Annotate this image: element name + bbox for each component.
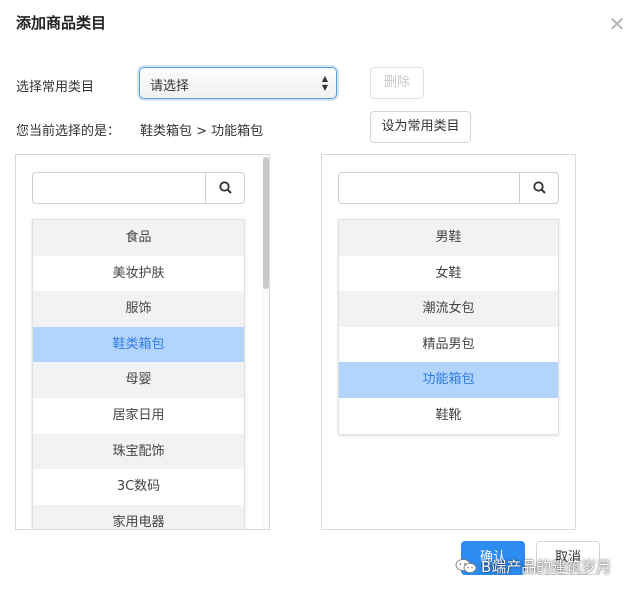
delete-button[interactable]: 删除	[370, 67, 424, 99]
watermark: B端产品的建筑岁月	[455, 556, 611, 577]
list-item[interactable]: 鞋类箱包	[33, 327, 244, 363]
current-selection-label: 您当前选择的是：	[16, 120, 120, 139]
search-icon	[533, 181, 546, 194]
primary-search-input[interactable]	[33, 173, 205, 203]
common-category-select[interactable]: 请选择 ▲▼	[139, 67, 337, 99]
search-icon	[219, 181, 232, 194]
primary-search	[32, 172, 245, 204]
secondary-search	[338, 172, 559, 204]
secondary-category-list: 男鞋女鞋潮流女包精品男包功能箱包鞋靴	[338, 219, 559, 435]
list-item[interactable]: 功能箱包	[339, 362, 558, 398]
set-common-button[interactable]: 设为常用类目	[370, 111, 471, 143]
close-icon[interactable]: ✕	[606, 14, 628, 36]
list-item[interactable]: 食品	[33, 220, 244, 256]
secondary-search-input[interactable]	[339, 173, 519, 203]
secondary-search-button[interactable]	[519, 173, 558, 203]
list-item[interactable]: 家用电器	[33, 505, 244, 530]
list-item[interactable]: 美妆护肤	[33, 256, 244, 292]
secondary-category-panel: 男鞋女鞋潮流女包精品男包功能箱包鞋靴	[321, 154, 576, 530]
list-item[interactable]: 居家日用	[33, 398, 244, 434]
primary-list-scrollbar[interactable]	[262, 155, 270, 529]
list-item[interactable]: 母婴	[33, 362, 244, 398]
list-item[interactable]: 女鞋	[339, 256, 558, 292]
primary-search-button[interactable]	[205, 173, 244, 203]
scrollbar-thumb[interactable]	[263, 157, 269, 289]
primary-category-panel: 食品美妆护肤服饰鞋类箱包母婴居家日用珠宝配饰3C数码家用电器	[15, 154, 270, 530]
list-item[interactable]: 鞋靴	[339, 398, 558, 434]
watermark-text: B端产品的建筑岁月	[481, 558, 611, 576]
list-item[interactable]: 男鞋	[339, 220, 558, 256]
common-category-label: 选择常用类目	[16, 76, 94, 95]
list-item[interactable]: 珠宝配饰	[33, 434, 244, 470]
list-item[interactable]: 潮流女包	[339, 291, 558, 327]
current-selection-path: 鞋类箱包 > 功能箱包	[140, 120, 263, 139]
select-value: 请选择	[150, 75, 189, 94]
wechat-icon	[455, 558, 477, 574]
dialog-title: 添加商品类目	[16, 12, 106, 33]
list-item[interactable]: 服饰	[33, 291, 244, 327]
list-item[interactable]: 精品男包	[339, 327, 558, 363]
list-item[interactable]: 3C数码	[33, 469, 244, 505]
select-arrows-icon: ▲▼	[320, 74, 330, 92]
primary-category-list: 食品美妆护肤服饰鞋类箱包母婴居家日用珠宝配饰3C数码家用电器	[32, 219, 245, 530]
